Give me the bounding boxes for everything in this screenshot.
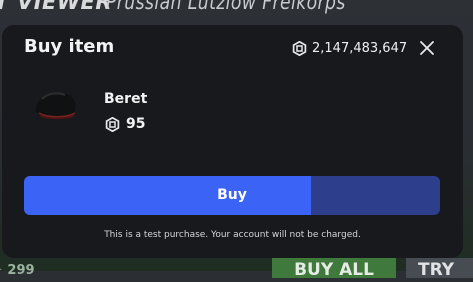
close-icon <box>420 41 434 55</box>
item-price: 95 <box>105 116 145 132</box>
item-price-amount: 95 <box>126 116 146 132</box>
robux-icon <box>292 40 307 56</box>
balance-amount: 2,147,483,647 <box>312 40 408 56</box>
buy-button[interactable]: Buy <box>24 176 440 215</box>
viewer-title: IT VIEWER <box>0 0 113 14</box>
modal-title: Buy item <box>24 36 115 57</box>
buy-item-modal: Buy item 2,147,483,647 Beret 95 Buy This… <box>2 25 463 258</box>
outfit-viewer-header: IT VIEWER Prussian Lutzlow Freikorps <box>0 0 473 20</box>
test-purchase-notice: This is a test purchase. Your account wi… <box>104 230 361 240</box>
robux-icon <box>105 116 120 132</box>
close-button[interactable] <box>416 37 438 59</box>
buy-all-button[interactable]: BUY ALL <box>272 258 396 280</box>
robux-balance: 2,147,483,647 <box>292 38 407 58</box>
outfit-name: Prussian Lutzlow Freikorps <box>106 0 346 14</box>
item-thumbnail <box>30 85 82 129</box>
try-button[interactable]: TRY <box>406 258 473 280</box>
item-name: Beret <box>104 91 148 107</box>
buy-button-label: Buy <box>217 187 247 203</box>
